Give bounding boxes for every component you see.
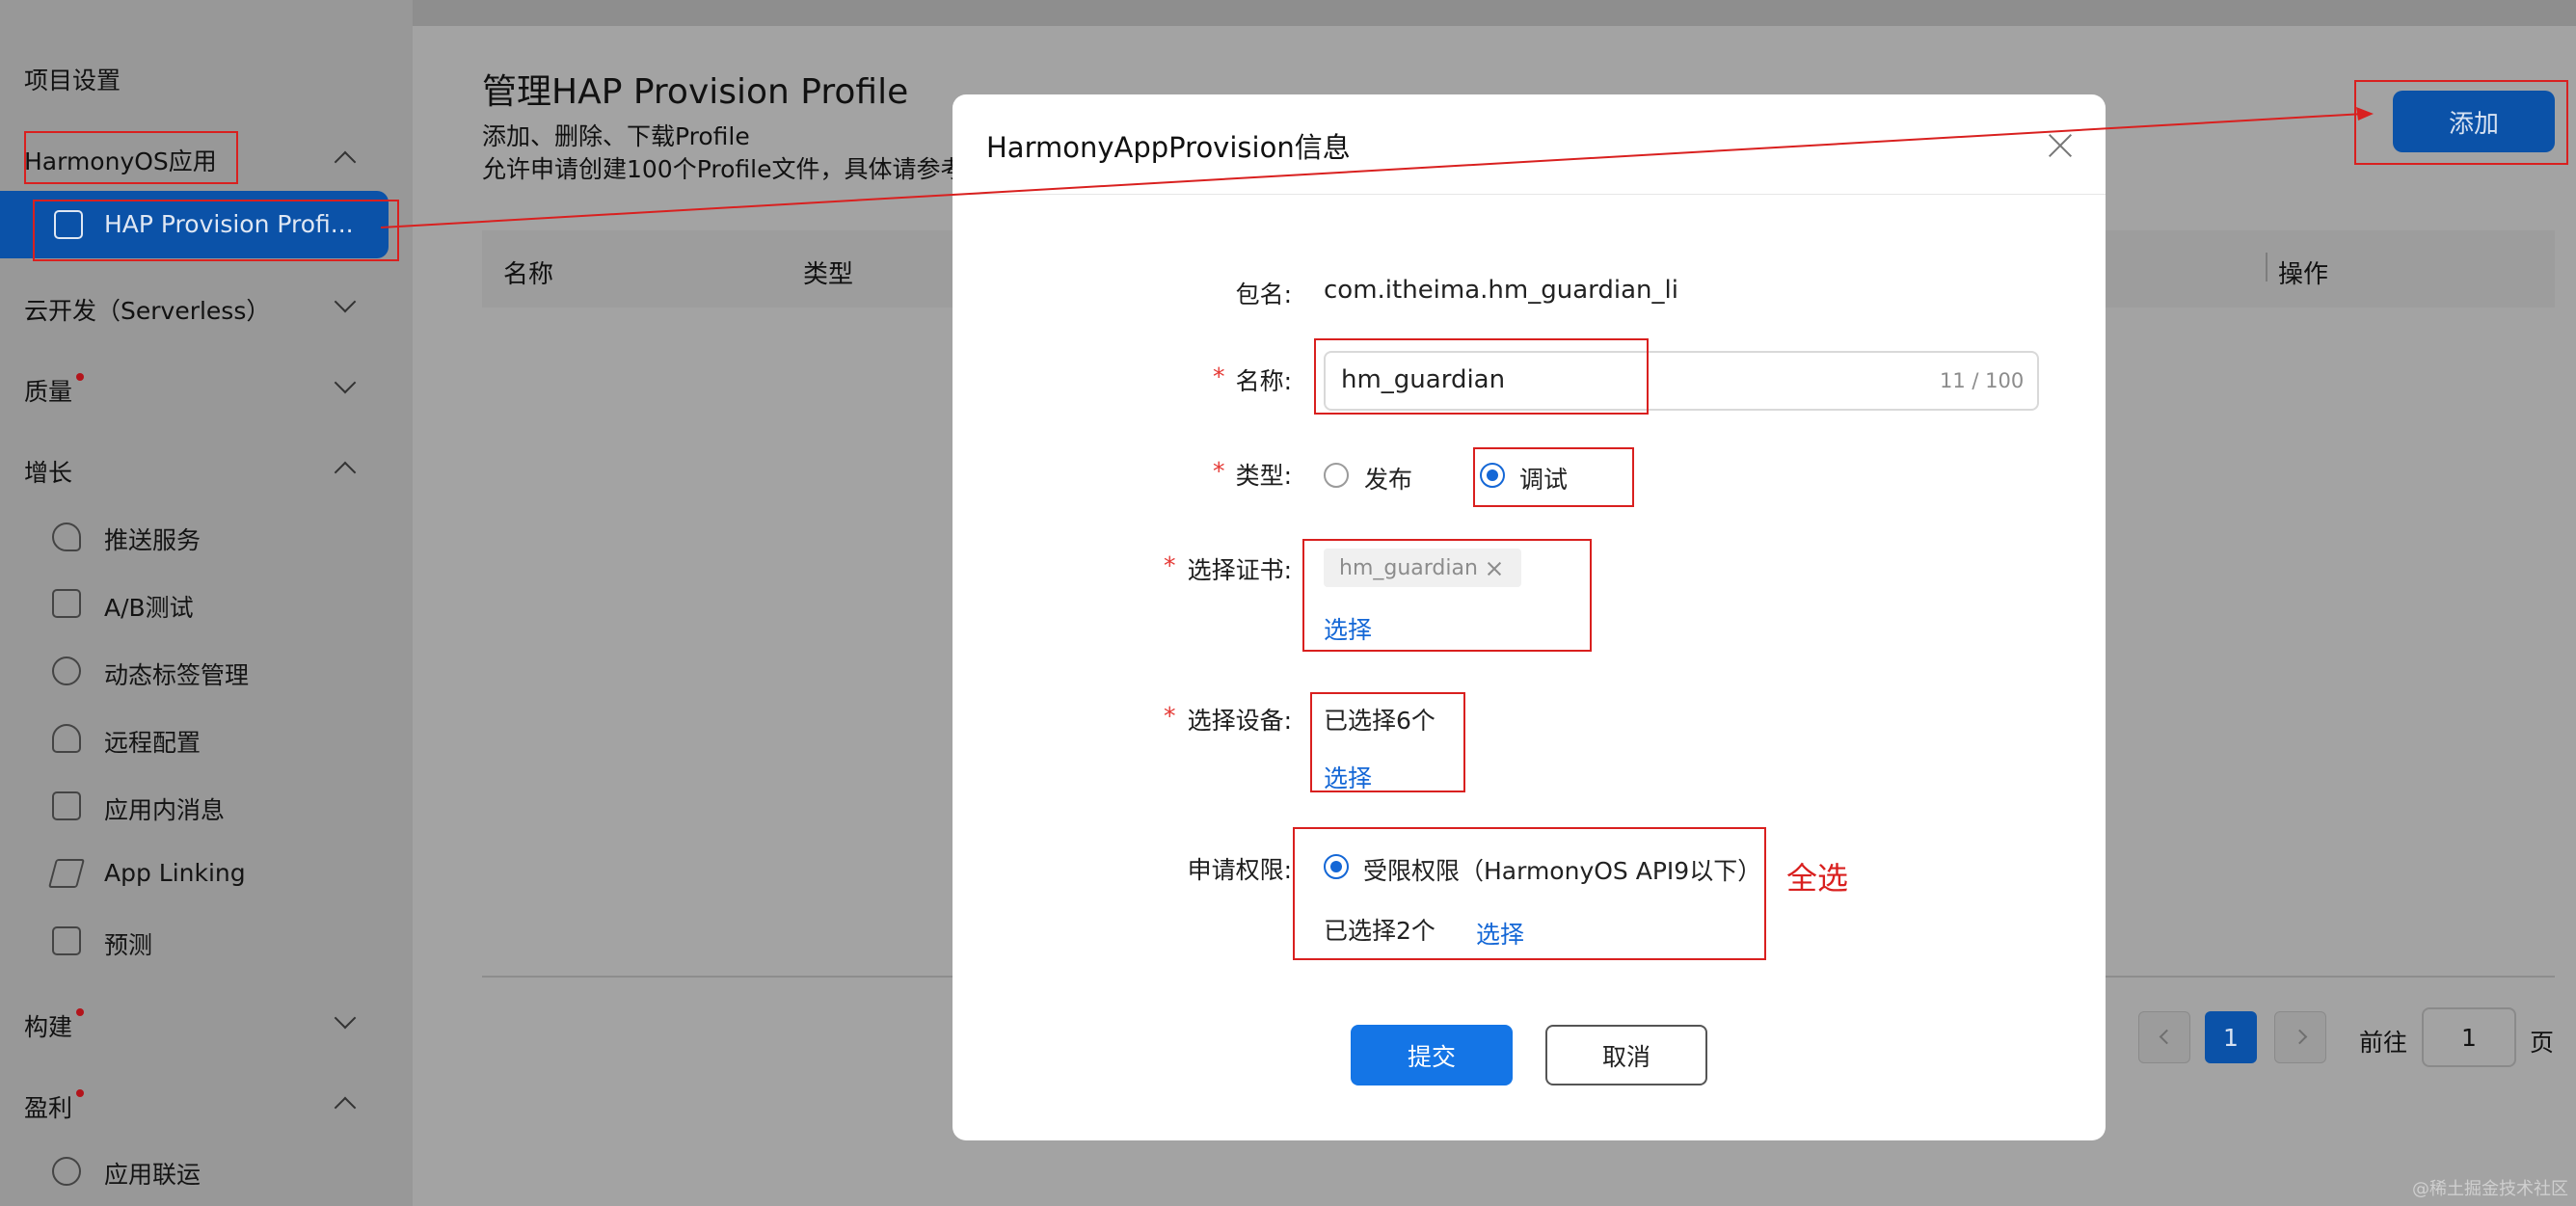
annotation-arrow <box>380 107 2374 228</box>
watermark: @稀土掘金技术社区 <box>2412 1179 2568 1199</box>
